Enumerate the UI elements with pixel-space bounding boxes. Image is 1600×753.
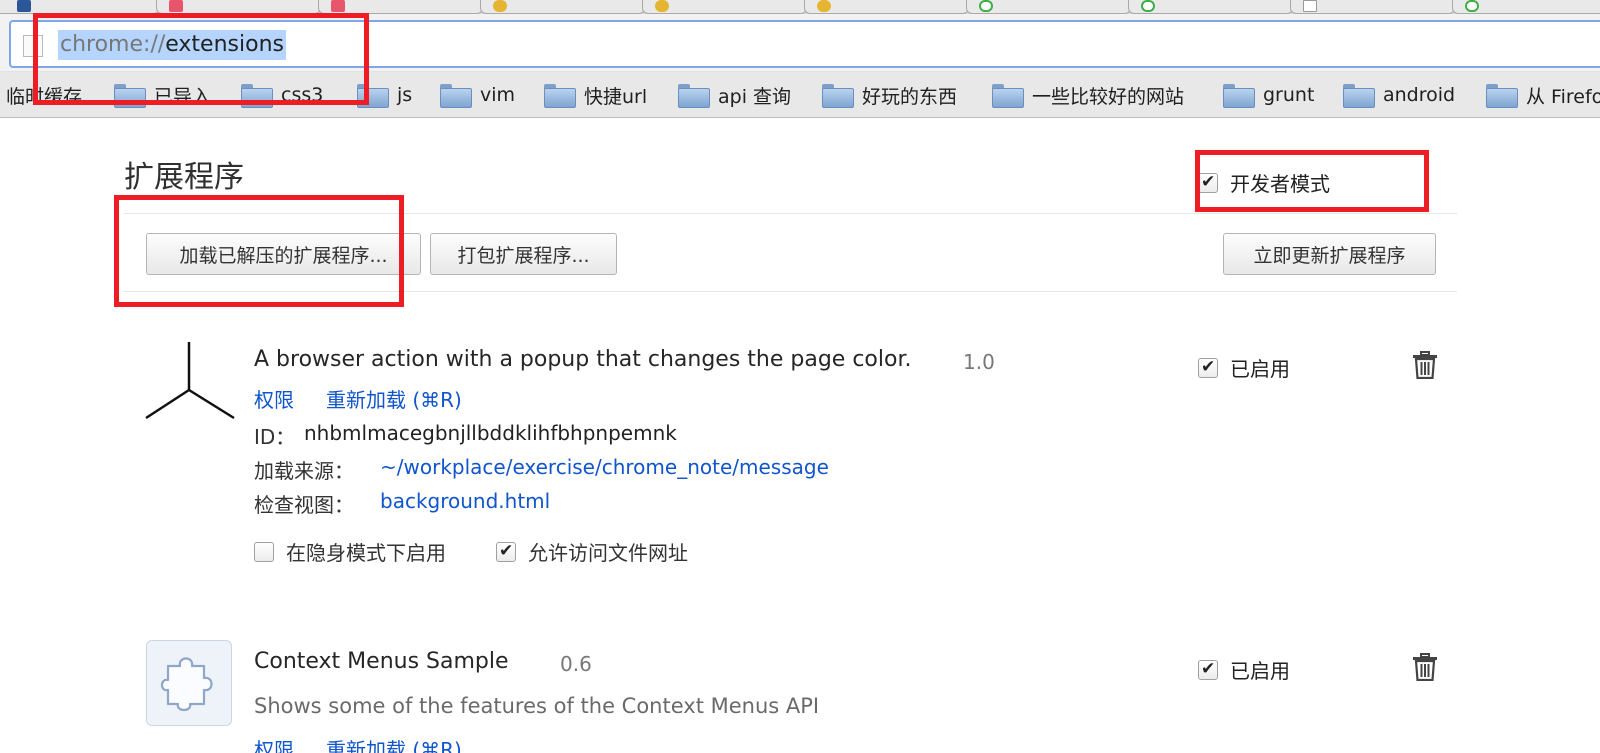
tab-favicon-icon: [817, 0, 831, 12]
bookmark-folder[interactable]: 从 Firefox: [1486, 82, 1600, 108]
enabled-label: 已启用: [1230, 659, 1290, 683]
browser-tab[interactable]: [1128, 0, 1293, 14]
enabled-checkbox[interactable]: [1198, 357, 1218, 378]
tab-favicon-icon: [331, 0, 345, 12]
load-source-link[interactable]: ~/workplace/exercise/chrome_note/message: [380, 455, 829, 479]
enabled-toggle[interactable]: 已启用: [1198, 655, 1290, 684]
browser-tab[interactable]: [318, 0, 483, 14]
bookmark-label: grunt: [1263, 84, 1315, 106]
bookmark-label: 快捷url: [584, 85, 648, 108]
folder-icon: [1223, 84, 1255, 108]
annotation-box-load-unpacked: [114, 195, 404, 307]
load-source-label: 加载来源：: [254, 459, 354, 483]
permissions-link[interactable]: 权限: [254, 734, 294, 753]
incognito-checkbox[interactable]: [254, 541, 274, 562]
browser-tab[interactable]: [966, 0, 1131, 14]
bookmark-label: 好玩的东西: [862, 85, 958, 108]
enabled-label: 已启用: [1230, 357, 1290, 381]
tab-favicon-icon: [493, 0, 507, 12]
bookmark-folder[interactable]: 快捷url: [544, 82, 647, 108]
folder-icon: [822, 84, 854, 108]
tab-favicon-icon: [1303, 0, 1317, 12]
tab-favicon-icon: [1141, 0, 1155, 12]
enabled-toggle[interactable]: 已启用: [1198, 353, 1290, 382]
browser-tab[interactable]: [804, 0, 969, 14]
browser-tab[interactable]: [480, 0, 645, 14]
bookmark-folder[interactable]: 好玩的东西: [822, 82, 957, 108]
bookmark-folder[interactable]: vim: [440, 82, 515, 108]
browser-tab[interactable]: [1290, 0, 1455, 14]
file-access-option[interactable]: 允许访问文件网址: [496, 537, 688, 566]
permissions-link[interactable]: 权限: [254, 384, 294, 413]
extension-description: Shows some of the features of the Contex…: [254, 694, 820, 718]
incognito-label: 在隐身模式下启用: [286, 541, 446, 565]
bookmark-label: 一些比较好的网站: [1032, 85, 1185, 108]
inspect-views-label: 检查视图：: [254, 493, 354, 517]
reload-link[interactable]: 重新加载 (⌘R): [326, 734, 462, 753]
bookmark-folder[interactable]: api 查询: [678, 82, 791, 108]
extension-id-label: ID：: [254, 425, 296, 449]
browser-tab[interactable]: [0, 0, 160, 14]
bookmark-label: 从 Firefox: [1526, 85, 1600, 108]
tab-favicon-icon: [1465, 0, 1479, 12]
extension-version: 0.6: [560, 652, 592, 676]
bookmark-label: vim: [480, 84, 516, 106]
trash-icon[interactable]: [1412, 351, 1438, 379]
extension-icon: [145, 342, 235, 420]
folder-icon: [440, 84, 472, 108]
puzzle-icon: [160, 657, 213, 712]
bookmark-folder[interactable]: android: [1343, 82, 1455, 108]
tab-favicon-icon: [169, 0, 183, 12]
extension-icon: [146, 640, 232, 726]
tab-favicon-icon: [979, 0, 993, 12]
bookmark-folder[interactable]: grunt: [1223, 82, 1314, 108]
bookmark-label: android: [1383, 84, 1456, 106]
extension-name: A browser action with a popup that chang…: [254, 347, 912, 372]
bookmark-label: js: [397, 84, 413, 106]
browser-tab[interactable]: [1452, 0, 1600, 14]
browser-tab[interactable]: [156, 0, 321, 14]
extension-name: Context Menus Sample: [254, 649, 509, 674]
trash-icon[interactable]: [1412, 653, 1438, 681]
folder-icon: [1486, 84, 1518, 108]
bookmark-label: api 查询: [718, 85, 792, 108]
folder-icon: [1343, 84, 1375, 108]
browser-tab[interactable]: [642, 0, 807, 14]
extension-version: 1.0: [963, 350, 995, 374]
inspect-view-link[interactable]: background.html: [380, 489, 550, 513]
extension-id-value: nhbmlmacegbnjllbddklihfbhpnpemnk: [304, 421, 677, 445]
update-extensions-button[interactable]: 立即更新扩展程序: [1223, 233, 1436, 275]
bookmark-folder[interactable]: 一些比较好的网站: [992, 82, 1184, 108]
tab-favicon-icon: [17, 0, 31, 12]
annotation-box-developer-mode: [1195, 150, 1429, 212]
page-title: 扩展程序: [124, 160, 244, 195]
tab-strip: [0, 0, 1600, 14]
annotation-box-omnibox: [33, 13, 369, 105]
folder-icon: [544, 84, 576, 108]
file-access-label: 允许访问文件网址: [528, 541, 688, 565]
file-access-checkbox[interactable]: [496, 541, 516, 562]
tab-favicon-icon: [655, 0, 669, 12]
pack-extension-button[interactable]: 打包扩展程序...: [430, 233, 617, 275]
folder-icon: [992, 84, 1024, 108]
incognito-option[interactable]: 在隐身模式下启用: [254, 537, 446, 566]
reload-link[interactable]: 重新加载 (⌘R): [326, 384, 462, 413]
folder-icon: [678, 84, 710, 108]
enabled-checkbox[interactable]: [1198, 659, 1218, 680]
